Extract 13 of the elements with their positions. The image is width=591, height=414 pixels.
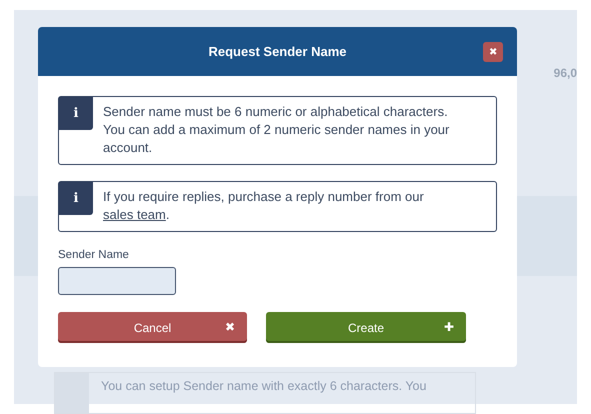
cancel-button[interactable]: Cancel ✖ <box>58 312 247 343</box>
dialog-title: Request Sender Name <box>208 44 346 59</box>
field-label: Sender Name <box>58 249 130 261</box>
notice-text: Sender name must be 6 numeric or alphabetical characters. You can add a maximum of 2 numeric sender names in your account. <box>102 103 450 157</box>
sender-name-field[interactable] <box>58 267 176 295</box>
amount-text: 96,0 <box>554 66 577 80</box>
info-icon: i <box>59 182 93 215</box>
notice-text: If you require replies, purchase a reply number from our sales team. <box>102 188 425 224</box>
close-button[interactable]: ✖ <box>483 42 503 62</box>
background-notice: You can setup Sender name with exactly 6 characters. You <box>54 372 476 414</box>
info-icon: i <box>59 97 93 130</box>
sales-link[interactable]: sales team <box>103 207 166 222</box>
create-button[interactable]: Create ✚ <box>266 312 466 343</box>
